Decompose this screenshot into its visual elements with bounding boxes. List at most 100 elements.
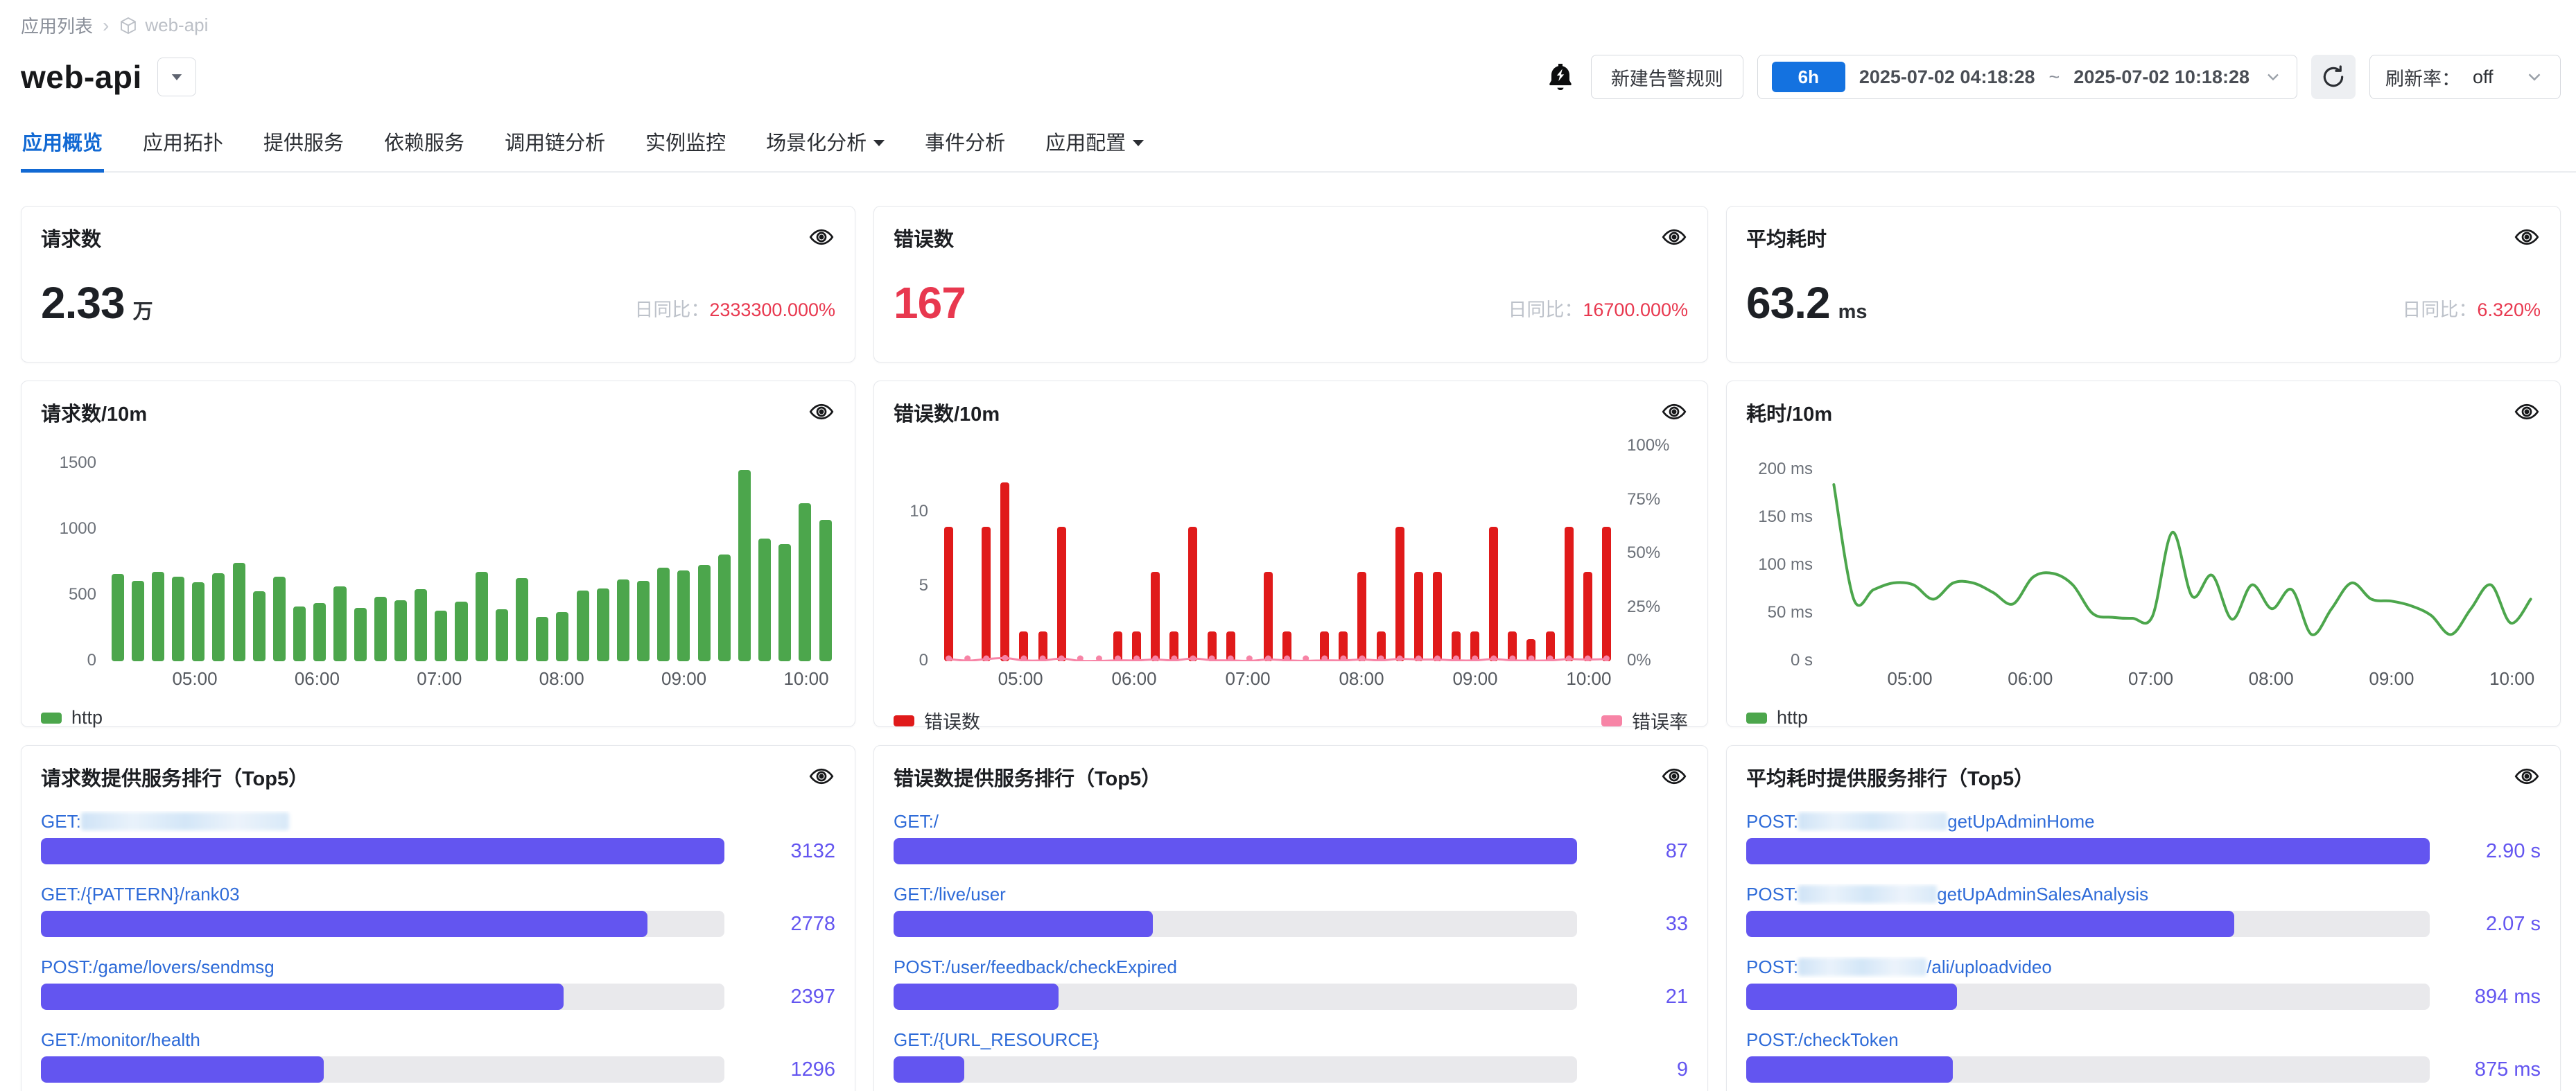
breadcrumb-app-list[interactable]: 应用列表 [21,12,93,38]
chart-bar [677,570,690,661]
time-range-end: 2025-07-02 10:18:28 [2073,67,2249,88]
chart-row: 请求数/10m 050010001500 05:0006:0007:0008:0… [21,381,2561,727]
endpoint-prefix: POST: [1746,957,1798,977]
refresh-icon [2320,64,2347,90]
tab-instance-monitoring[interactable]: 实例监控 [644,123,727,171]
y-axis: 050010001500 [41,446,107,661]
legend-item-http[interactable]: http [41,707,103,728]
tab-provided-services[interactable]: 提供服务 [262,123,345,171]
rank-bar-line: 2778 [41,911,835,937]
endpoint-prefix: GET:/ [894,811,939,832]
bar-slot [209,446,229,661]
time-range-picker[interactable]: 6h 2025-07-02 04:18:28 ~ 2025-07-02 10:1… [1757,55,2297,99]
endpoint-prefix: GET:/{URL_RESOURCE} [894,1029,1099,1050]
breadcrumb-current-label: web-api [145,15,208,36]
x-tick-label: 06:00 [1112,668,1157,690]
x-tick-label: 05:00 [172,668,217,690]
bar-slot [290,446,310,661]
kpi-card-avg-latency: 平均耗时 63.2 ms 日同比：6.320% [1726,206,2561,363]
eye-icon[interactable] [808,398,835,426]
endpoint-link[interactable]: GET:/ [894,811,1688,832]
bar-series-http [107,446,835,661]
title-row: web-api 新建告警规则 6h 2025-07-02 04:18:28 ~ … [21,55,2561,99]
y-tick-label: 75% [1627,490,1660,509]
endpoint-link[interactable]: GET:/monitor/health [41,1029,835,1051]
chart-bar [597,588,609,661]
eye-icon[interactable] [1660,398,1688,426]
chart-bar [212,573,225,661]
rank-bar-fill [1746,984,1957,1010]
chart-bar [577,591,589,661]
tab-topology[interactable]: 应用拓扑 [141,123,225,171]
endpoint-link[interactable]: POST:getUpAdminHome [1746,811,2541,832]
eye-icon[interactable] [1660,762,1688,790]
tab-trace-analysis[interactable]: 调用链分析 [503,123,607,171]
eye-icon[interactable] [2513,398,2541,426]
rank-bar-line: 1296 [41,1056,835,1083]
endpoint-prefix: GET:/{PATTERN}/rank03 [41,884,240,905]
line-marker [1152,656,1158,662]
y-tick-label: 5 [919,576,928,595]
refresh-rate-select[interactable]: 刷新率： off [2369,55,2561,99]
tab-event-analysis[interactable]: 事件分析 [923,123,1007,171]
alert-bell-button[interactable] [1544,60,1577,94]
rank-row: POST:/checkToken875 ms [1746,1029,2541,1083]
line-marker [1077,656,1084,662]
chart-title: 耗时/10m [1746,398,1832,427]
endpoint-link[interactable]: POST:getUpAdminSalesAnalysis [1746,884,2541,905]
tab-dependent-services[interactable]: 依赖服务 [383,123,466,171]
endpoint-link[interactable]: POST:/checkToken [1746,1029,2541,1051]
tab-app-config[interactable]: 应用配置 [1044,123,1145,171]
y-axis: 0510 [894,446,939,661]
line-marker [1265,656,1271,662]
legend-item-错误数[interactable]: 错误数 [894,707,980,734]
rank-bar-line: 33 [894,911,1688,937]
legend-item-错误率[interactable]: 错误率 [1601,707,1688,734]
bar-slot [390,446,410,661]
kpi-compare-label: 日同比： [1508,299,1583,320]
chart-bar [253,591,266,661]
endpoint-link[interactable]: GET: [41,811,835,832]
y-tick-label: 50 ms [1768,603,1813,622]
create-alert-rule-button[interactable]: 新建告警规则 [1591,55,1743,99]
y-tick-label: 150 ms [1758,507,1813,527]
endpoint-link[interactable]: POST:/game/lovers/sendmsg [41,957,835,978]
time-range-separator: ~ [2049,67,2060,88]
chart-bar [698,565,711,661]
endpoint-link[interactable]: GET:/{PATTERN}/rank03 [41,884,835,905]
endpoint-prefix: POST: [1746,884,1798,905]
eye-icon[interactable] [808,223,835,251]
time-preset-badge: 6h [1772,62,1845,92]
chart-bar [476,572,488,661]
rank-bar-line: 894 ms [1746,984,2541,1010]
eye-icon[interactable] [2513,762,2541,790]
rank-bar-fill [41,984,564,1010]
endpoint-link[interactable]: GET:/live/user [894,884,1688,905]
chevron-down-icon [873,140,885,146]
eye-icon[interactable] [1660,223,1688,251]
chart-bar [516,578,528,661]
line-marker [1453,656,1459,662]
rank-bar-track [1746,1056,2430,1083]
bar-slot [189,446,209,661]
refresh-button[interactable] [2311,55,2356,99]
endpoint-link[interactable]: POST:/ali/uploadvideo [1746,957,2541,978]
kpi-row: 请求数 2.33 万 日同比：2333300.000% 错误数 167 日同比：… [21,206,2561,363]
time-range-start: 2025-07-02 04:18:28 [1859,67,2035,88]
rank-rows: GET:/87GET:/live/user33POST:/user/feedba… [894,811,1688,1083]
chart-legend: 错误数 错误率 [894,707,1688,734]
endpoint-link[interactable]: POST:/user/feedback/checkExpired [894,957,1688,978]
rank-bar-track [1746,984,2430,1010]
legend-swatch [1601,715,1622,726]
eye-icon[interactable] [808,762,835,790]
y-tick-label: 1500 [60,453,96,473]
chart-bar [374,597,387,661]
endpoint-link[interactable]: GET:/{URL_RESOURCE} [894,1029,1688,1051]
legend-item-http[interactable]: http [1746,707,1808,728]
chevron-down-icon [1133,140,1144,146]
app-switcher-dropdown[interactable] [157,58,196,96]
eye-icon[interactable] [2513,223,2541,251]
y-axis-right: 0%25%50%75%100% [1616,446,1688,661]
tab-scenario-analysis[interactable]: 场景化分析 [765,123,886,171]
tab-overview[interactable]: 应用概览 [21,123,104,171]
